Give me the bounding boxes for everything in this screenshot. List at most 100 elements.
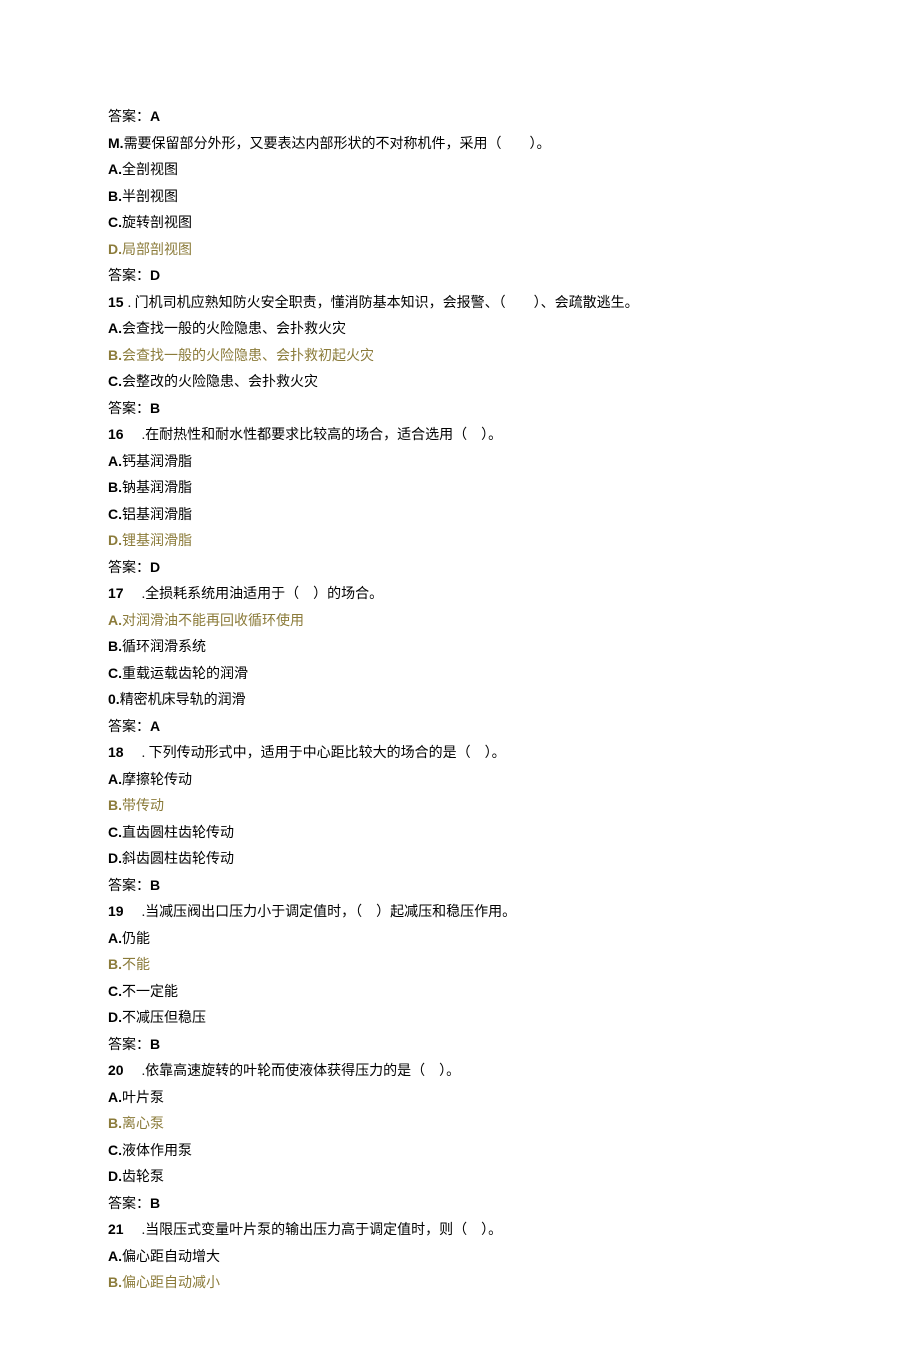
question-number: 16 — [108, 426, 124, 442]
answer-value: B — [150, 1036, 160, 1052]
option-key: C. — [108, 983, 122, 999]
answer-label: 答案： — [108, 879, 150, 894]
stem-text: .当减压阀出口压力小于调定值时，（ ）起减压和稳压作用。 — [128, 905, 517, 920]
option-key: A. — [108, 320, 122, 336]
answer-line: 答案：B — [108, 1191, 812, 1218]
option-d: D.齿轮泵 — [108, 1164, 812, 1191]
option-o: 0.精密机床导轨的润滑 — [108, 687, 812, 714]
option-b: B.钠基润滑脂 — [108, 475, 812, 502]
stem-text: . 下列传动形式中，适用于中心距比较大的场合的是（ ）。 — [128, 746, 506, 761]
option-b: B.循环润滑系统 — [108, 634, 812, 661]
answer-label: 答案： — [108, 720, 150, 735]
option-c: C.直齿圆柱齿轮传动 — [108, 820, 812, 847]
option-text: 会查找一般的火险隐患、会扑救火灾 — [122, 322, 346, 337]
question-stem: 20 .依靠高速旋转的叶轮而使液体获得压力的是（ ）。 — [108, 1058, 812, 1085]
option-key: 0. — [108, 691, 120, 707]
answer-label: 答案： — [108, 269, 150, 284]
option-b-correct: B.带传动 — [108, 793, 812, 820]
option-text: 仍能 — [122, 932, 150, 947]
answer-value: D — [150, 559, 160, 575]
question-stem: 18 . 下列传动形式中，适用于中心距比较大的场合的是（ ）。 — [108, 740, 812, 767]
option-c: C.会整改的火险隐患、会扑救火灾 — [108, 369, 812, 396]
option-text: 叶片泵 — [122, 1091, 164, 1106]
option-b-correct: B.会查找一般的火险隐患、会扑救初起火灾 — [108, 343, 812, 370]
option-key: D. — [108, 1009, 122, 1025]
question-stem: 16 .在耐热性和耐水性都要求比较高的场合，适合选用（ ）。 — [108, 422, 812, 449]
option-c: C.不一定能 — [108, 979, 812, 1006]
option-key: C. — [108, 214, 122, 230]
answer-line: 答案：A — [108, 104, 812, 131]
option-a: A.叶片泵 — [108, 1085, 812, 1112]
option-key: B. — [108, 188, 122, 204]
option-c: C.铝基润滑脂 — [108, 502, 812, 529]
option-c: C.旋转剖视图 — [108, 210, 812, 237]
option-text: 铝基润滑脂 — [122, 508, 192, 523]
option-key: A. — [108, 771, 122, 787]
question-number: M. — [108, 135, 124, 151]
option-a: A.全剖视图 — [108, 157, 812, 184]
stem-text: .依靠高速旋转的叶轮而使液体获得压力的是（ ）。 — [128, 1064, 461, 1079]
option-a-correct: A.对润滑油不能再回收循环使用 — [108, 608, 812, 635]
stem-text: . 门机司机应熟知防火安全职责，懂消防基本知识，会报警、（ ）、会疏散逃生。 — [128, 296, 639, 311]
option-text: 重载运载齿轮的润滑 — [122, 667, 248, 682]
option-key: C. — [108, 665, 122, 681]
answer-value: B — [150, 877, 160, 893]
answer-label: 答案： — [108, 1038, 150, 1053]
option-key: B. — [108, 347, 122, 363]
option-text: 对润滑油不能再回收循环使用 — [122, 614, 304, 629]
option-text: 会查找一般的火险隐患、会扑救初起火灾 — [122, 349, 374, 364]
question-stem: 19 .当减压阀出口压力小于调定值时，（ ）起减压和稳压作用。 — [108, 899, 812, 926]
option-key: D. — [108, 1168, 122, 1184]
option-key: A. — [108, 1248, 122, 1264]
option-text: 半剖视图 — [122, 190, 178, 205]
option-key: C. — [108, 824, 122, 840]
question-number: 17 — [108, 585, 124, 601]
answer-value: D — [150, 267, 160, 283]
option-text: 斜齿圆柱齿轮传动 — [122, 852, 234, 867]
option-text: 离心泵 — [122, 1117, 164, 1132]
question-stem: 17 .全损耗系统用油适用于（ ）的场合。 — [108, 581, 812, 608]
answer-value: A — [150, 718, 160, 734]
question-number: 19 — [108, 903, 124, 919]
option-key: C. — [108, 373, 122, 389]
option-key: B. — [108, 638, 122, 654]
question-number: 21 — [108, 1221, 124, 1237]
option-a: A.会查找一般的火险隐患、会扑救火灾 — [108, 316, 812, 343]
answer-label: 答案： — [108, 561, 150, 576]
option-text: 锂基润滑脂 — [122, 534, 192, 549]
option-text: 直齿圆柱齿轮传动 — [122, 826, 234, 841]
stem-text: .在耐热性和耐水性都要求比较高的场合，适合选用（ ）。 — [128, 428, 503, 443]
answer-line: 答案：B — [108, 873, 812, 900]
option-text: 钙基润滑脂 — [122, 455, 192, 470]
answer-line: 答案：D — [108, 263, 812, 290]
answer-value: A — [150, 108, 160, 124]
stem-text: 需要保留部分外形，又要表达内部形状的不对称机件，采用（ ）。 — [124, 137, 551, 152]
option-key: B. — [108, 956, 122, 972]
answer-label: 答案： — [108, 402, 150, 417]
question-stem: 21 .当限压式变量叶片泵的输出压力高于调定值时，则（ ）。 — [108, 1217, 812, 1244]
answer-line: 答案：B — [108, 1032, 812, 1059]
option-key: A. — [108, 612, 122, 628]
answer-label: 答案： — [108, 1197, 150, 1212]
option-text: 旋转剖视图 — [122, 216, 192, 231]
option-text: 会整改的火险隐患、会扑救火灾 — [122, 375, 318, 390]
option-b-correct: B.离心泵 — [108, 1111, 812, 1138]
answer-line: 答案：B — [108, 396, 812, 423]
option-b-correct: B.偏心距自动减小 — [108, 1270, 812, 1297]
option-a: A.仍能 — [108, 926, 812, 953]
option-text: 钠基润滑脂 — [122, 481, 192, 496]
option-text: 摩擦轮传动 — [122, 773, 192, 788]
option-text: 齿轮泵 — [122, 1170, 164, 1185]
option-text: 不能 — [122, 958, 150, 973]
question-stem: 15. 门机司机应熟知防火安全职责，懂消防基本知识，会报警、（ ）、会疏散逃生。 — [108, 290, 812, 317]
option-text: 带传动 — [122, 799, 164, 814]
option-a: A.偏心距自动增大 — [108, 1244, 812, 1271]
option-b: B.半剖视图 — [108, 184, 812, 211]
option-key: B. — [108, 479, 122, 495]
option-text: 偏心距自动减小 — [122, 1276, 220, 1291]
option-d-correct: D.锂基润滑脂 — [108, 528, 812, 555]
answer-label: 答案： — [108, 110, 150, 125]
option-text: 局部剖视图 — [122, 243, 192, 258]
option-d: D.斜齿圆柱齿轮传动 — [108, 846, 812, 873]
option-a: A.摩擦轮传动 — [108, 767, 812, 794]
